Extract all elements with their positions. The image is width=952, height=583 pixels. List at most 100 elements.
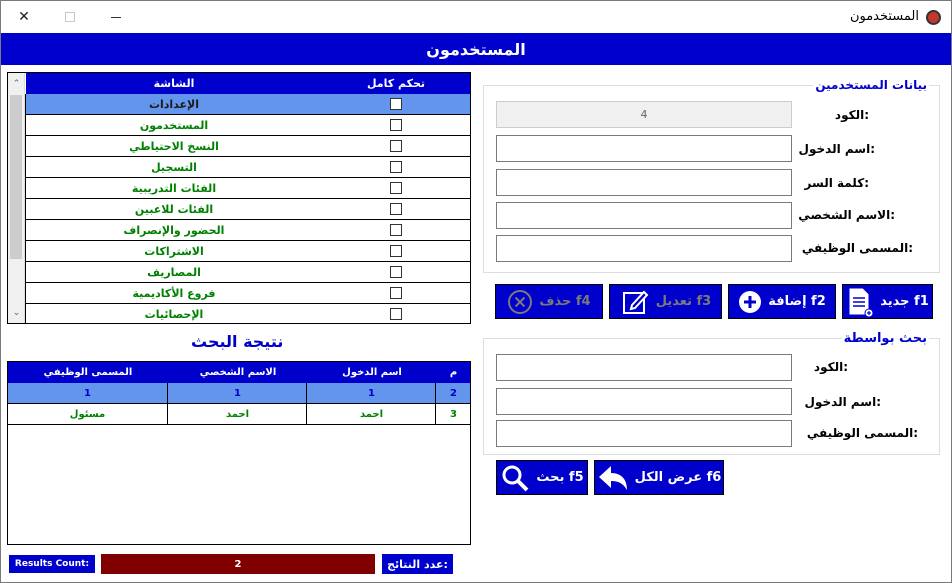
permission-checkbox-cell[interactable] [322,241,470,261]
new-button-label: جديد f1 [880,294,929,309]
password-field[interactable] [496,169,792,196]
results-count-label: Results Count: [9,555,95,573]
permission-screen-cell: الحضور والإنصراف [25,220,322,240]
column-header-full-control[interactable]: تحكم كامل [322,73,470,94]
full-control-checkbox[interactable] [390,266,402,278]
permission-screen-cell: فروع الأكاديمية [25,283,322,303]
full-control-checkbox[interactable] [390,287,402,299]
permission-row[interactable]: المصاريف [25,262,470,283]
column-header-index[interactable]: م [437,362,470,383]
login-name-label: اسم الدخول: [798,142,875,156]
search-result-title: نتيجة البحث [191,332,284,351]
window-title: المستخدمون [849,9,919,24]
permissions-header: الشاشة تحكم كامل [25,73,470,94]
scroll-thumb[interactable] [10,95,22,259]
permission-checkbox-cell[interactable] [322,115,470,135]
login-name-cell: 1 [308,383,436,404]
permission-row[interactable]: الإعدادات [25,94,470,115]
permission-screen-cell: المستخدمون [25,115,322,135]
column-header-screen[interactable]: الشاشة [25,73,322,94]
full-control-checkbox[interactable] [390,119,402,131]
permission-checkbox-cell[interactable] [322,94,470,114]
app-logo-icon [926,10,941,25]
permission-row[interactable]: التسجيل [25,157,470,178]
new-document-icon [848,287,874,317]
permission-screen-cell: الاشتراكات [25,241,322,261]
page-title: المستخدمون [1,33,951,65]
permission-checkbox-cell[interactable] [322,304,470,323]
search-code-label: الكود: [813,360,848,374]
permission-screen-cell: التسجيل [25,157,322,177]
table-row[interactable]: مسئول احمد احمد 3 [8,404,470,425]
login-name-field[interactable] [496,135,792,162]
full-control-checkbox[interactable] [390,224,402,236]
permission-screen-cell: الفئات للاعبين [25,199,322,219]
permission-checkbox-cell[interactable] [322,220,470,240]
permission-row[interactable]: الإحصائيات [25,304,470,323]
personal-name-cell: 1 [169,383,307,404]
permission-row[interactable]: النسخ الاحتياطي [25,136,470,157]
search-login-name-field[interactable] [496,388,792,415]
maximize-button[interactable] [47,1,93,33]
bottom-edge [1,577,951,582]
full-control-checkbox[interactable] [390,98,402,110]
full-control-checkbox[interactable] [390,182,402,194]
full-control-checkbox[interactable] [390,203,402,215]
permissions-grid[interactable]: ⌃ ⌄ الشاشة تحكم كامل الإعدادات المستخدمون… [7,72,471,324]
permission-row[interactable]: الاشتراكات [25,241,470,262]
search-result-grid[interactable]: المسمى الوظيفي الاسم الشخصي اسم الدخول م… [7,361,471,545]
permission-checkbox-cell[interactable] [322,157,470,177]
title-bar: ✕ المستخدمون [1,1,951,33]
permission-row[interactable]: الفئات التدريبية [25,178,470,199]
search-button-label: بحث f5 [536,470,584,485]
permissions-scrollbar[interactable]: ⌃ ⌄ [8,73,25,323]
full-control-checkbox[interactable] [390,308,402,320]
password-label: كلمة السر: [804,176,869,190]
delete-button-label: حذف f4 [539,294,591,309]
search-job-title-field[interactable] [496,420,792,447]
permission-checkbox-cell[interactable] [322,136,470,156]
delete-button[interactable]: حذف f4 [495,284,603,319]
search-login-name-label: اسم الدخول: [804,395,881,409]
new-button[interactable]: جديد f1 [842,284,933,319]
permission-checkbox-cell[interactable] [322,283,470,303]
code-field[interactable]: 4 [496,101,792,128]
permission-checkbox-cell[interactable] [322,262,470,282]
permission-screen-cell: النسخ الاحتياطي [25,136,322,156]
close-button[interactable]: ✕ [1,1,47,33]
column-header-login-name[interactable]: اسم الدخول [308,362,436,383]
reply-arrow-icon [598,465,627,490]
permission-row[interactable]: الحضور والإنصراف [25,220,470,241]
permission-row[interactable]: فروع الأكاديمية [25,283,470,304]
permission-checkbox-cell[interactable] [322,199,470,219]
edit-pencil-icon [622,290,649,314]
minimize-icon [111,16,121,18]
job-title-label: المسمى الوظيفي: [801,241,913,255]
show-all-button[interactable]: عرض الكل f6 [594,460,724,495]
permission-row[interactable]: المستخدمون [25,115,470,136]
close-icon: ✕ [18,9,30,25]
full-control-checkbox[interactable] [390,140,402,152]
full-control-checkbox[interactable] [390,245,402,257]
edit-button[interactable]: تعديل f3 [609,284,722,319]
permission-checkbox-cell[interactable] [322,178,470,198]
full-control-checkbox[interactable] [390,161,402,173]
permission-row[interactable]: الفئات للاعبين [25,199,470,220]
maximize-icon [65,12,75,22]
scroll-up-icon[interactable]: ⌃ [8,75,25,92]
job-title-field[interactable] [496,235,792,262]
table-row[interactable]: 1112 [8,383,470,404]
results-count-label-ar: عدد النتائج: [382,554,453,574]
personal-name-field[interactable] [496,202,792,229]
column-header-job-title[interactable]: المسمى الوظيفي [8,362,168,383]
cancel-circle-icon [508,289,533,314]
search-code-field[interactable] [496,354,792,381]
search-button[interactable]: بحث f5 [496,460,588,495]
add-button[interactable]: إضافة f2 [728,284,836,319]
edit-button-label: تعديل f3 [655,294,712,309]
minimize-button[interactable] [93,1,139,33]
scroll-down-icon[interactable]: ⌄ [8,304,25,321]
results-count-value: 2 [101,554,375,574]
column-header-personal-name[interactable]: الاسم الشخصي [169,362,307,383]
login-name-cell: احمد [308,404,436,425]
